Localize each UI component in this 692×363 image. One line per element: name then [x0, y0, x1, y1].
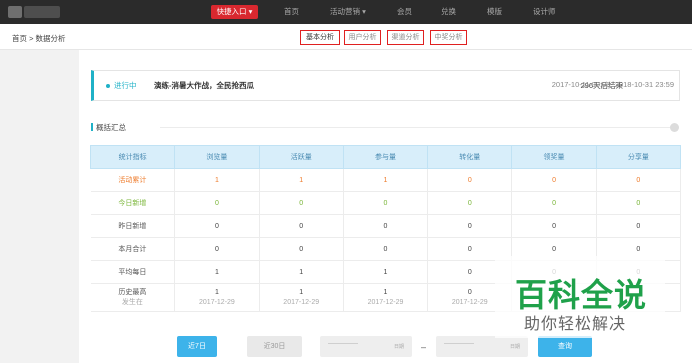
quick-entry-button[interactable]: 快捷入口 ▾ [211, 5, 258, 19]
tab-user-analysis[interactable]: 用户分析 [344, 30, 381, 45]
start-date-input[interactable]: 日期 [320, 336, 412, 357]
table-cell: 1 2017-12-29 [259, 283, 344, 312]
activity-title: 演练-消暑大作战，全民抢西瓜 [154, 81, 254, 90]
table-cell: 1 [259, 168, 344, 192]
table-cell: 1 [174, 168, 260, 192]
table-cell: 0 [427, 214, 513, 238]
table-row: 昨日新增 0 0 0 0 0 0 [90, 214, 682, 238]
section-divider [160, 127, 670, 128]
collapse-toggle-icon[interactable] [670, 123, 679, 132]
date-placeholder [328, 343, 358, 344]
table-cell: 0 [174, 214, 260, 238]
date-separator: – [421, 342, 427, 352]
cell-value: 1 [383, 288, 388, 296]
status-badge: 进行中 [114, 81, 137, 90]
date-placeholder [444, 343, 474, 344]
col-header-conversion: 转化量 [427, 145, 513, 169]
table-cell: 0 [596, 168, 682, 192]
col-header-participation: 参与量 [342, 145, 429, 169]
nav-item-member[interactable]: 会员 [397, 0, 412, 24]
table-cell: 1 [343, 168, 429, 192]
tab-channel-analysis[interactable]: 渠道分析 [387, 30, 424, 45]
col-header-prize-claims: 领奖量 [511, 145, 597, 169]
cell-date: 2017-12-29 [367, 298, 404, 306]
cell-value: 1 [299, 288, 304, 296]
date-range-text: 2017-10-11 00:00~2018-10-31 23:59 [551, 80, 674, 89]
col-header-shares: 分享量 [595, 145, 682, 169]
table-cell: 0 [511, 168, 597, 192]
cell-value: 1 [214, 288, 219, 296]
logo [8, 6, 60, 18]
nav-item-designer[interactable]: 设计师 [533, 0, 556, 24]
table-cell: 0 [343, 191, 429, 215]
table-cell: 0 [259, 214, 344, 238]
table-cell: 0 [174, 191, 260, 215]
nav-item-template[interactable]: 模版 [487, 0, 502, 24]
status-dot [106, 84, 110, 88]
last-30-days-button[interactable]: 近30日 [247, 336, 302, 357]
calendar-icon: 日期 [509, 344, 520, 350]
table-cell: 1 2017-12-29 [343, 283, 429, 312]
table-header-row: 统计指标 浏览量 活跃量 参与量 转化量 领奖量 分享量 [89, 145, 682, 169]
table-cell: 1 [174, 260, 260, 284]
nav-item-home[interactable]: 首页 [284, 0, 299, 24]
row-sublabel: 发生在 [121, 298, 143, 306]
tab-prize-analysis[interactable]: 中奖分析 [430, 30, 467, 45]
nav-item-marketing[interactable]: 活动营销 ▾ [330, 0, 366, 24]
table-cell: 0 [427, 168, 513, 192]
sub-bar: 首页 > 数据分析 基本分析 用户分析 渠道分析 中奖分析 [0, 24, 692, 50]
table-cell: 0 [596, 191, 682, 215]
section-accent-bar [91, 123, 93, 131]
table-cell: 0 [174, 237, 260, 261]
table-cell: 0 [259, 237, 344, 261]
watermark-logo: 百科全说 助你轻松解决 [495, 256, 665, 338]
row-label-text: 历史最高 [118, 288, 147, 296]
table-cell: 0 [343, 237, 429, 261]
activity-status-bar: 进行中 演练-消暑大作战，全民抢西瓜 296天后结束 2017-10-11 00… [91, 70, 680, 101]
section-title: 概括汇总 [96, 123, 126, 132]
col-header-views: 浏览量 [174, 145, 260, 169]
last-7-days-button[interactable]: 近7日 [177, 336, 217, 357]
col-header-active: 活跃量 [258, 145, 344, 169]
col-header-metric: 统计指标 [89, 145, 176, 169]
row-label: 昨日新增 [90, 214, 176, 238]
table-cell: 1 [343, 260, 429, 284]
table-cell: 1 2017-12-29 [174, 283, 260, 312]
cell-date: 2017-12-29 [199, 298, 235, 306]
breadcrumb[interactable]: 首页 > 数据分析 [12, 33, 66, 44]
nav-item-exchange[interactable]: 兑换 [441, 0, 456, 24]
table-cell: 0 [596, 214, 682, 238]
tab-basic-analysis[interactable]: 基本分析 [300, 30, 340, 45]
cell-date: 2017-12-29 [283, 298, 320, 306]
row-label: 平均每日 [90, 260, 176, 284]
table-cell: 0 [511, 214, 597, 238]
table-cell: 0 [343, 214, 429, 238]
table-row: 今日新增 0 0 0 0 0 0 [90, 191, 682, 215]
end-date-input[interactable]: 日期 [436, 336, 528, 357]
calendar-icon: 日期 [393, 344, 404, 350]
row-label: 本月合计 [90, 237, 176, 261]
row-label: 历史最高 发生在 [90, 283, 176, 312]
table-row: 活动累计 1 1 1 0 0 0 [90, 168, 682, 192]
watermark-subtitle: 助你轻松解决 [524, 314, 627, 333]
table-cell: 0 [511, 191, 597, 215]
table-cell: 1 [259, 260, 344, 284]
row-label: 活动累计 [90, 168, 176, 192]
query-button[interactable]: 查询 [538, 336, 592, 357]
top-nav: 快捷入口 ▾ 首页 活动营销 ▾ 会员 兑换 模版 设计师 [0, 0, 692, 24]
row-label: 今日新增 [90, 191, 176, 215]
table-cell: 0 [427, 191, 513, 215]
table-cell: 0 [259, 191, 344, 215]
